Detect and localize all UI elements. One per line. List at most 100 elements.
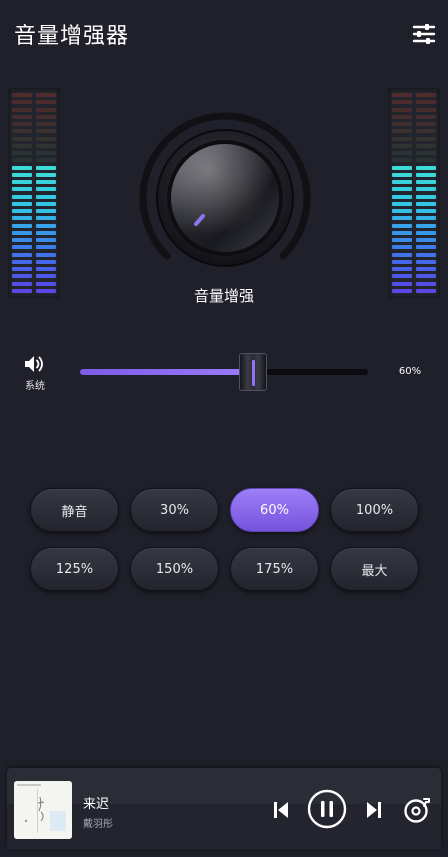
vu-segment bbox=[392, 245, 412, 250]
preset-150-button[interactable]: 150% bbox=[130, 547, 219, 591]
vu-segment bbox=[12, 194, 32, 199]
vu-meter-right bbox=[388, 88, 440, 298]
vu-segment bbox=[36, 274, 56, 279]
preset-60-button[interactable]: 60% bbox=[230, 488, 319, 532]
vu-segment bbox=[392, 93, 412, 97]
vu-segment bbox=[416, 93, 436, 97]
vu-segment bbox=[392, 100, 412, 105]
vu-segment bbox=[416, 216, 436, 221]
vu-segment bbox=[416, 274, 436, 279]
volume-slider[interactable] bbox=[80, 369, 368, 375]
vu-segment bbox=[392, 194, 412, 199]
vu-segment bbox=[416, 165, 436, 170]
song-artist: 戴羽彤 bbox=[83, 819, 113, 830]
vu-segment bbox=[12, 172, 32, 177]
next-button[interactable] bbox=[366, 801, 382, 823]
vu-segment bbox=[36, 267, 56, 271]
vu-channel bbox=[416, 93, 436, 293]
music-disc-icon bbox=[404, 798, 430, 823]
album-cover-image bbox=[14, 781, 72, 839]
vu-segment bbox=[12, 259, 32, 264]
vu-segment bbox=[12, 107, 32, 112]
vu-segment bbox=[392, 180, 412, 184]
volume-booster-screen: 音量增强器 音量增强 系统 60% 静音 30% 60% 100% 125% 1… bbox=[0, 0, 448, 857]
vu-segment bbox=[36, 201, 56, 206]
vu-segment bbox=[416, 151, 436, 155]
mini-player[interactable]: 来迟 戴羽彤 bbox=[7, 768, 441, 849]
vu-segment bbox=[12, 274, 32, 279]
vu-segment bbox=[416, 201, 436, 206]
vu-segment bbox=[12, 151, 32, 155]
vu-segment bbox=[12, 209, 32, 213]
vu-segment bbox=[392, 209, 412, 213]
volume-slider-thumb[interactable] bbox=[239, 353, 267, 391]
vu-segment bbox=[392, 129, 412, 134]
skip-next-icon bbox=[367, 802, 381, 818]
vu-segment bbox=[416, 136, 436, 141]
vu-segment bbox=[392, 216, 412, 221]
vu-segment bbox=[416, 252, 436, 257]
vu-segment bbox=[36, 172, 56, 177]
vu-segment bbox=[392, 259, 412, 264]
vu-segment bbox=[416, 267, 436, 271]
vu-segment bbox=[12, 129, 32, 134]
volume-slider-fill bbox=[80, 369, 253, 375]
song-title: 来迟 bbox=[83, 797, 110, 812]
system-volume-label: 系统 bbox=[25, 381, 45, 392]
preset-30-button[interactable]: 30% bbox=[130, 488, 219, 532]
vu-segment bbox=[36, 93, 56, 97]
vu-segment bbox=[392, 107, 412, 112]
previous-button[interactable] bbox=[273, 801, 289, 823]
vu-segment bbox=[12, 267, 32, 271]
vu-segment bbox=[416, 230, 436, 235]
vu-segment bbox=[12, 230, 32, 235]
vu-segment bbox=[36, 158, 56, 163]
album-art[interactable] bbox=[14, 781, 72, 839]
vu-segment bbox=[12, 122, 32, 126]
vu-segment bbox=[12, 223, 32, 228]
vu-segment bbox=[12, 136, 32, 141]
vu-segment bbox=[12, 158, 32, 163]
vu-segment bbox=[416, 223, 436, 228]
vu-segment bbox=[36, 122, 56, 126]
vu-segment bbox=[36, 238, 56, 242]
settings-button[interactable] bbox=[412, 22, 436, 46]
vu-channel bbox=[36, 93, 56, 293]
vu-segment bbox=[36, 209, 56, 213]
vu-segment bbox=[12, 114, 32, 119]
preset-max-button[interactable]: 最大 bbox=[330, 547, 419, 591]
vu-segment bbox=[12, 252, 32, 257]
vu-segment bbox=[416, 143, 436, 148]
boost-knob[interactable] bbox=[137, 110, 313, 286]
vu-segment bbox=[392, 201, 412, 206]
preset-100-button[interactable]: 100% bbox=[330, 488, 419, 532]
vu-segment bbox=[416, 259, 436, 264]
vu-segment bbox=[36, 143, 56, 148]
vu-segment bbox=[416, 194, 436, 199]
sliders-icon bbox=[412, 24, 436, 44]
vu-segment bbox=[416, 100, 436, 105]
preset-mute-button[interactable]: 静音 bbox=[30, 488, 119, 532]
vu-segment bbox=[12, 180, 32, 184]
music-library-button[interactable] bbox=[403, 796, 431, 828]
pause-icon bbox=[307, 789, 347, 829]
vu-segment bbox=[36, 136, 56, 141]
pause-button[interactable] bbox=[307, 789, 347, 833]
vu-segment bbox=[392, 122, 412, 126]
vu-segment bbox=[392, 187, 412, 192]
vu-segment bbox=[392, 165, 412, 170]
vu-segment bbox=[416, 158, 436, 163]
vu-segment bbox=[36, 230, 56, 235]
vu-segment bbox=[416, 107, 436, 112]
vu-segment bbox=[392, 151, 412, 155]
preset-175-button[interactable]: 175% bbox=[230, 547, 319, 591]
vu-segment bbox=[392, 238, 412, 242]
preset-125-button[interactable]: 125% bbox=[30, 547, 119, 591]
app-title: 音量增强器 bbox=[14, 24, 130, 49]
vu-segment bbox=[36, 245, 56, 250]
vu-segment bbox=[416, 122, 436, 126]
preset-buttons: 静音 30% 60% 100% 125% 150% 175% 最大 bbox=[30, 488, 419, 591]
vu-segment bbox=[392, 267, 412, 271]
vu-segment bbox=[36, 187, 56, 192]
vu-segment bbox=[36, 216, 56, 221]
